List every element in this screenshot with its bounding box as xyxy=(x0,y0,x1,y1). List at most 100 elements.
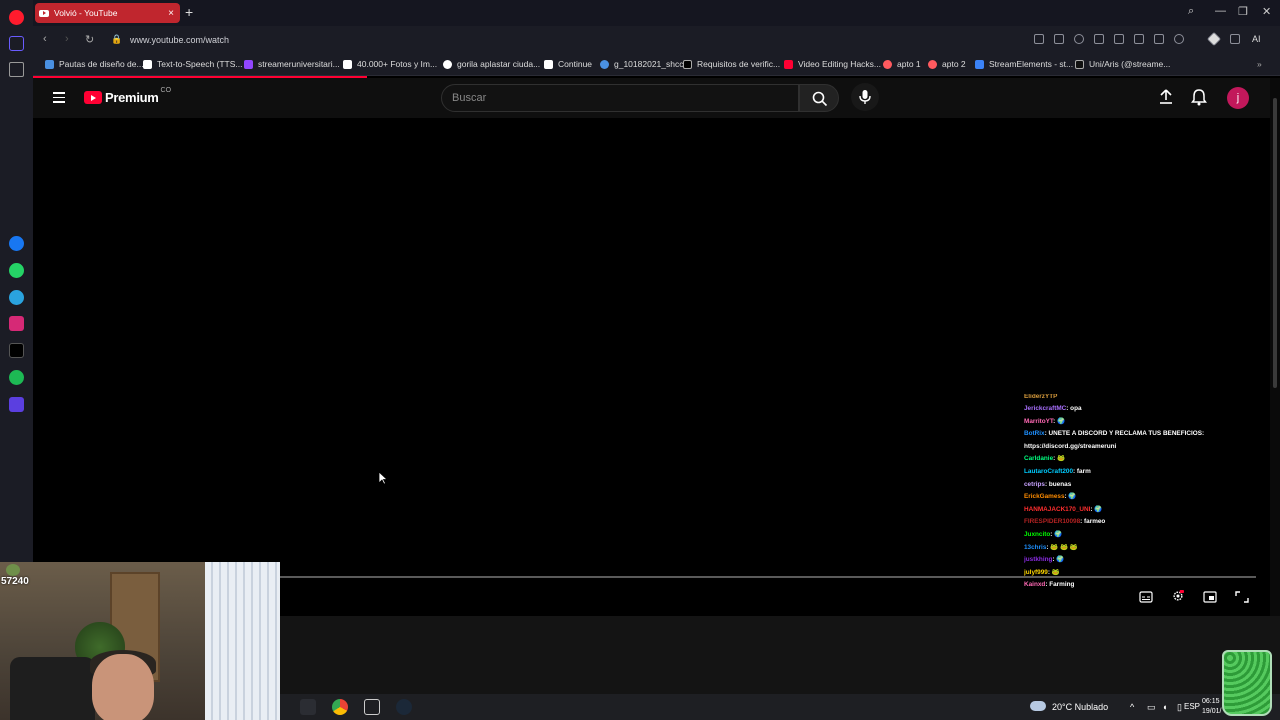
chevron-up-icon[interactable]: ^ xyxy=(1130,702,1134,712)
battery-icon[interactable]: ▯ xyxy=(1177,702,1182,713)
chat-text: : 🐸 xyxy=(1053,455,1065,463)
search-button[interactable] xyxy=(799,84,839,112)
bookmark-item[interactable]: Video Editing Hacks... xyxy=(784,59,881,69)
profile-icon[interactable] xyxy=(1174,34,1184,44)
play-icon[interactable] xyxy=(1094,34,1104,44)
instagram-icon[interactable] xyxy=(9,316,24,331)
bookmark-item[interactable]: apto 1 xyxy=(883,59,921,69)
spotify-icon[interactable] xyxy=(9,370,24,385)
steam-icon[interactable] xyxy=(396,699,412,715)
new-tab-button[interactable]: + xyxy=(185,4,193,20)
back-icon[interactable]: ‹ xyxy=(43,33,47,45)
bookmark-item[interactable]: apto 2 xyxy=(928,59,966,69)
language-indicator[interactable]: ESP xyxy=(1184,702,1200,711)
bookmark-item[interactable]: Text-to-Speech (TTS... xyxy=(143,59,243,69)
x-twitter-icon[interactable] xyxy=(9,343,24,358)
notifications-button[interactable] xyxy=(1191,88,1207,111)
menu-icon[interactable] xyxy=(1154,34,1164,44)
telegram-icon[interactable] xyxy=(9,290,24,305)
upload-icon xyxy=(1160,89,1172,104)
download-icon[interactable] xyxy=(1134,34,1144,44)
chat-text: : 🌍 xyxy=(1050,530,1063,538)
chat-message: Carldanie: 🐸 xyxy=(1024,453,1254,466)
camera-icon[interactable] xyxy=(1054,34,1064,44)
mouse-cursor-icon xyxy=(378,471,388,485)
youtube-logo-icon xyxy=(84,91,102,104)
minimize-button[interactable]: — xyxy=(1215,5,1226,17)
close-tab-icon[interactable]: × xyxy=(168,8,174,19)
whatsapp-icon[interactable] xyxy=(9,263,24,278)
lock-icon: 🔒 xyxy=(111,34,123,44)
restore-button[interactable]: ❐ xyxy=(1238,5,1248,18)
pinboard-icon[interactable] xyxy=(9,62,24,77)
bookmark-item[interactable]: Pautas de diseño de... xyxy=(45,59,144,69)
theater-mode-icon[interactable] xyxy=(1203,591,1217,603)
fullscreen-icon[interactable] xyxy=(1235,591,1249,603)
video-progress-bar[interactable] xyxy=(280,576,1256,578)
chat-username: Juxncito xyxy=(1024,530,1051,538)
upload-button[interactable] xyxy=(1159,89,1173,110)
close-window-button[interactable]: ✕ xyxy=(1262,5,1271,18)
youtube-header: Premium CO j xyxy=(33,78,1270,118)
extension-icon[interactable] xyxy=(1206,31,1222,47)
avatar[interactable]: j xyxy=(1227,87,1249,109)
opera-logo-icon[interactable] xyxy=(9,10,24,25)
edit-icon[interactable] xyxy=(1034,34,1044,44)
more-bookmarks-icon[interactable]: » xyxy=(1257,59,1262,69)
streamer-face xyxy=(92,654,154,720)
volume-icon[interactable]: ◖ xyxy=(1162,702,1167,712)
chat-message: LautaroCraft200: farm xyxy=(1024,466,1254,479)
bookmark-item[interactable]: Uni/Aris (@streame... xyxy=(1075,59,1170,69)
forward-icon[interactable]: › xyxy=(65,33,69,45)
chat-message: cetrips: buenas xyxy=(1024,479,1254,492)
tiktok-icon xyxy=(1075,59,1084,69)
scrollbar-thumb[interactable] xyxy=(1273,98,1277,388)
chat-username: Carldanie xyxy=(1024,455,1054,463)
heart-icon[interactable] xyxy=(1114,34,1124,44)
chat-message: Juxncito: 🌍 xyxy=(1024,529,1254,542)
youtube-favicon-icon xyxy=(784,59,793,69)
player-icon[interactable] xyxy=(9,397,24,412)
bookmark-item[interactable]: 40.000+ Fotos y Im... xyxy=(343,59,437,69)
network-icon[interactable]: ▭ xyxy=(1147,702,1156,713)
chat-message: BotRix: UNETE A DISCORD Y RECLAMA TUS BE… xyxy=(1024,428,1254,441)
reload-icon[interactable]: ↻ xyxy=(85,33,94,46)
ai-button[interactable]: AI xyxy=(1252,34,1261,44)
settings-gear-icon[interactable] xyxy=(1171,590,1185,602)
tab-youtube[interactable]: Volvió - YouTube × xyxy=(35,3,180,23)
page-scrollbar[interactable] xyxy=(1270,78,1280,616)
bell-icon xyxy=(1191,89,1207,106)
chat-username: 13chris xyxy=(1024,543,1047,551)
voice-search-button[interactable] xyxy=(851,83,879,111)
url-field[interactable]: www.youtube.com/watch xyxy=(130,35,229,45)
menu-icon[interactable] xyxy=(53,92,65,106)
bookmark-item[interactable]: streameruniversitari... xyxy=(244,59,340,69)
home-icon[interactable] xyxy=(9,36,24,51)
chat-message: FIRESPIDER10098: farmeo xyxy=(1024,516,1254,529)
chat-message: https://discord.gg/streameruni xyxy=(1024,441,1254,454)
weather-text[interactable]: 20°C Nublado xyxy=(1052,702,1108,712)
search-tabs-icon[interactable]: ⌕ xyxy=(1188,5,1194,18)
window-app-icon[interactable] xyxy=(364,699,380,715)
tab-title: Volvió - YouTube xyxy=(54,8,118,18)
chat-text: : 🐸 🐸 🐸 xyxy=(1046,543,1078,551)
bookmark-item[interactable]: g_10182021_shcc xyxy=(600,59,683,69)
shield-icon[interactable] xyxy=(1074,34,1084,44)
chrome-icon[interactable] xyxy=(332,699,348,715)
bookmark-item[interactable]: Continue xyxy=(544,59,592,69)
microphone-icon xyxy=(859,90,871,104)
app-icon[interactable] xyxy=(300,699,316,715)
cube-icon[interactable] xyxy=(1230,34,1240,44)
chat-message: MarritoYT: 🌍 xyxy=(1024,416,1254,429)
chat-message: justkhing: 🌍 xyxy=(1024,554,1254,567)
messenger-icon[interactable] xyxy=(9,236,24,251)
subtitles-icon[interactable] xyxy=(1139,591,1153,603)
bookmark-item[interactable]: StreamElements - st... xyxy=(975,59,1073,69)
bookmark-item[interactable]: Requisitos de verific... xyxy=(683,59,780,69)
bookmark-item[interactable]: gorila aplastar ciuda... xyxy=(443,59,540,69)
clock[interactable]: 06:15 19/01/ xyxy=(1202,697,1221,717)
chat-text: : farmeo xyxy=(1080,518,1106,526)
youtube-premium-logo[interactable]: Premium CO xyxy=(84,87,171,105)
search-input[interactable] xyxy=(452,92,782,104)
chat-text: : 🌍 xyxy=(1090,505,1103,513)
